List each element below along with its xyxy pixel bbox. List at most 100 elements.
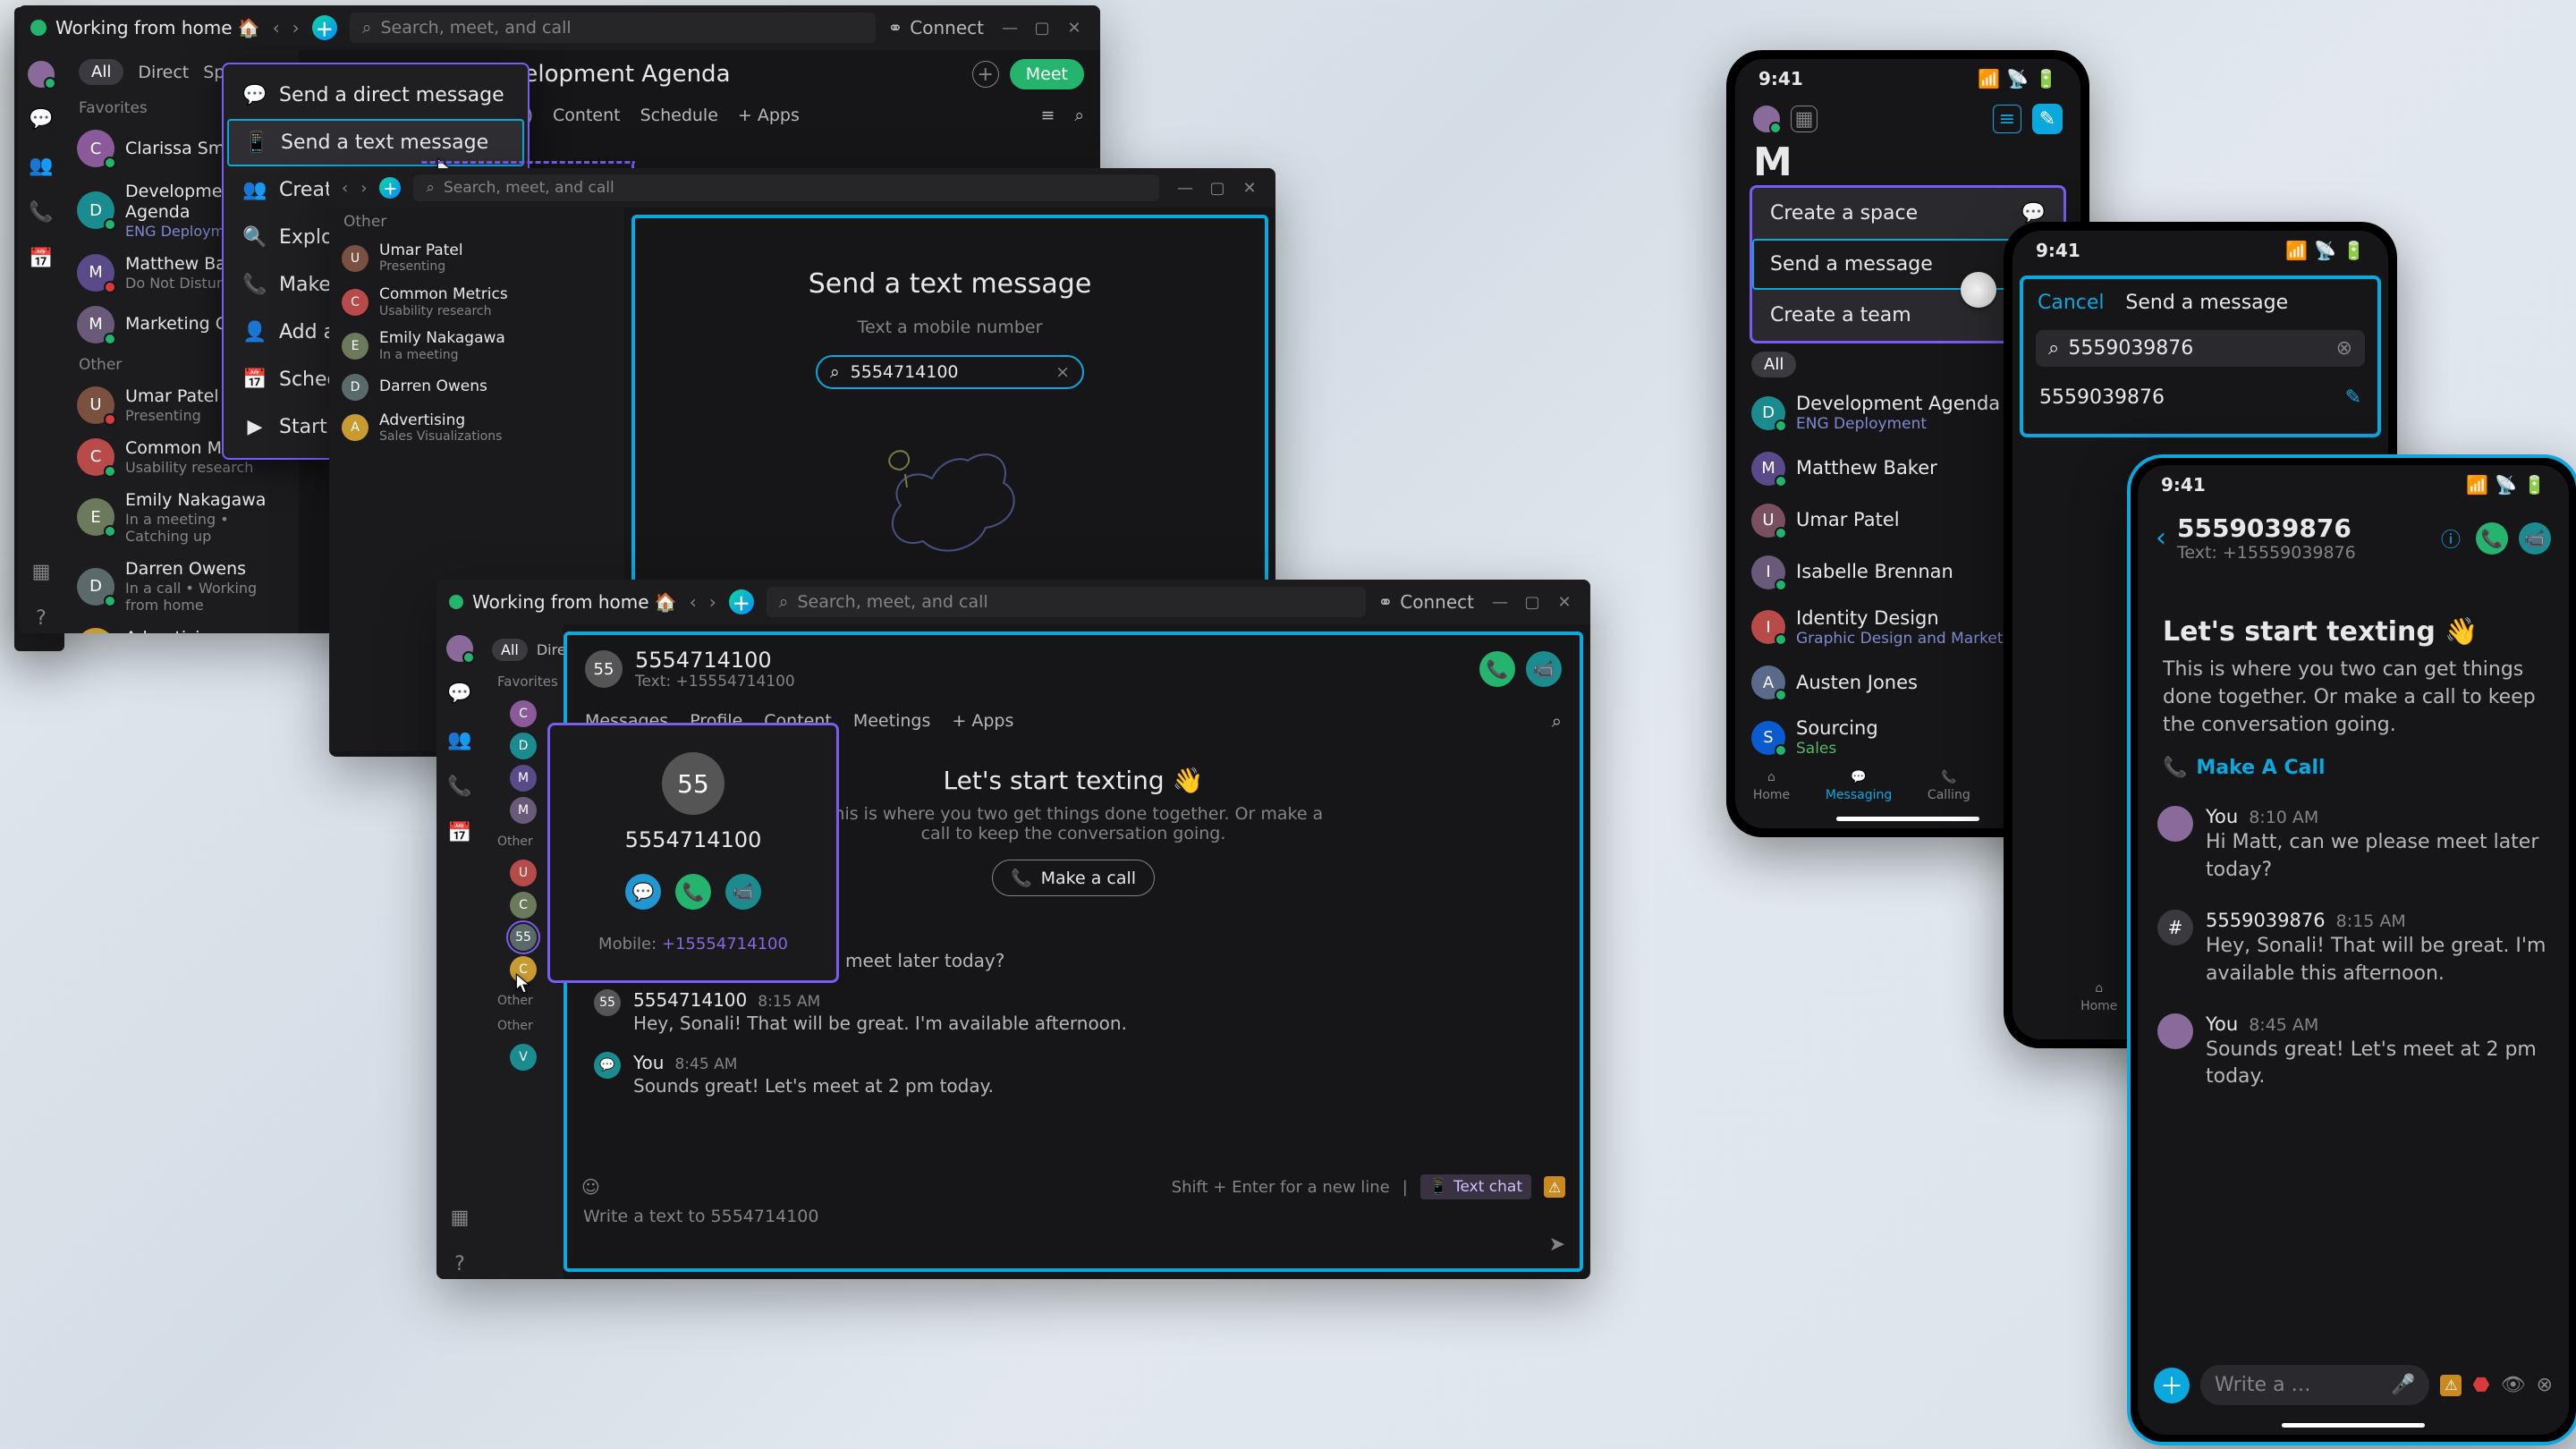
compose-input[interactable]: Write a … 🎤 [2200, 1365, 2429, 1405]
list-item[interactable]: C [510, 700, 537, 727]
space-tab-apps[interactable]: + Apps [738, 106, 800, 125]
audio-call-button[interactable]: 📞 [1479, 651, 1515, 687]
rail-meetings-icon[interactable]: 📅 [445, 818, 475, 848]
rail-teams-icon[interactable]: 👥 [26, 150, 56, 181]
attach-button[interactable]: ＋ [2154, 1368, 2190, 1403]
list-item[interactable]: DDarren OwensIn a call • Working from ho… [64, 552, 299, 621]
maximize-icon[interactable]: ▢ [1519, 593, 1546, 612]
nav-back-icon[interactable]: ‹ [690, 591, 697, 613]
nav-fwd-icon[interactable]: › [360, 179, 367, 198]
recipient-search[interactable]: ⌕ 5559039876 ⊗ [2036, 330, 2365, 367]
cancel-button[interactable]: Cancel [2038, 292, 2105, 314]
global-search[interactable]: ⌕ Search, meet, and call [413, 174, 1159, 201]
list-item[interactable]: AAdvertisingSales Visualizations [64, 621, 299, 633]
tab-direct[interactable]: Direct [537, 641, 564, 658]
mobile-link[interactable]: +15554714100 [662, 935, 788, 953]
list-item[interactable]: DDarren Owens [329, 369, 624, 406]
add-people-icon[interactable]: + [972, 61, 999, 88]
grid-icon[interactable]: ▦ [1791, 106, 1818, 132]
list-item[interactable]: M [510, 797, 537, 824]
list-item[interactable]: UUmar PatelPresenting [329, 236, 624, 280]
eye-icon[interactable]: 👁 [2501, 1374, 2526, 1396]
nav-home[interactable]: ⌂Home [2080, 981, 2117, 1013]
make-a-call-link[interactable]: 📞Make A Call [2163, 757, 2544, 779]
rail-help-icon[interactable]: ? [445, 1249, 475, 1279]
close-icon[interactable]: ✕ [1061, 19, 1088, 38]
minimize-icon[interactable]: — [1487, 593, 1513, 612]
search-icon[interactable]: ⌕ [1552, 710, 1562, 732]
clear-icon[interactable]: ⊗ [2336, 337, 2352, 360]
list-item[interactable]: CCommon MetricsUsability research [329, 280, 624, 324]
plus-button[interactable]: ＋ [729, 589, 754, 614]
list-item[interactable]: D [510, 733, 537, 759]
tab-all[interactable]: All [492, 639, 528, 661]
rail-apps-icon[interactable]: ▦ [445, 1202, 475, 1233]
presence-status[interactable]: Working from home 🏠 [449, 591, 677, 613]
self-avatar[interactable] [446, 635, 473, 662]
mic-icon[interactable]: 🎤 [2391, 1374, 2415, 1396]
list-item[interactable]: M [510, 765, 537, 792]
menu-item-dm[interactable]: 💬Send a direct message [224, 72, 528, 119]
close-icon[interactable]: ✕ [1551, 593, 1578, 612]
self-avatar[interactable] [28, 61, 55, 88]
audio-call-button[interactable]: 📞 [675, 874, 711, 910]
nav-back-icon[interactable]: ‹ [273, 17, 280, 38]
connect-button[interactable]: ⚭Connect [1378, 591, 1474, 613]
close-icon[interactable]: ✕ [1236, 179, 1263, 198]
space-tab-schedule[interactable]: Schedule [640, 106, 718, 125]
rail-messaging-icon[interactable]: 💬 [445, 678, 475, 708]
list-item[interactable]: EEmily NakagawaIn a meeting [329, 324, 624, 368]
list-item[interactable]: EEmily NakagawaIn a meeting • Catching u… [64, 483, 299, 552]
connect-button[interactable]: ⚭Connect [888, 17, 984, 38]
nav-fwd-icon[interactable]: › [292, 17, 300, 38]
rail-teams-icon[interactable]: 👥 [445, 724, 475, 755]
global-search[interactable]: ⌕ Search, meet, and call [350, 13, 876, 43]
compose-input[interactable]: Write a text to 5554714100 [581, 1199, 1565, 1233]
minimize-icon[interactable]: — [996, 19, 1023, 38]
warning-icon[interactable]: ⚠ [1544, 1176, 1565, 1198]
maximize-icon[interactable]: ▢ [1204, 179, 1231, 198]
clear-icon[interactable]: ⊗ [2537, 1374, 2553, 1396]
meet-button[interactable]: Meet [1010, 59, 1084, 89]
plus-button[interactable]: ＋ [312, 15, 337, 40]
list-item[interactable]: 55 [510, 924, 537, 951]
presence-status[interactable]: Working from home 🏠 [30, 17, 260, 38]
home-indicator[interactable] [1836, 817, 1979, 821]
rail-calling-icon[interactable]: 📞 [445, 771, 475, 801]
make-a-call-button[interactable]: 📞Make a call [992, 860, 1155, 896]
back-icon[interactable]: ‹ [2156, 522, 2166, 554]
nav-messaging[interactable]: 💬Messaging [1826, 770, 1892, 802]
video-call-button[interactable]: 📹 [725, 874, 761, 910]
minimize-icon[interactable]: — [1172, 179, 1199, 198]
nav-calling[interactable]: 📞Calling [1928, 770, 1970, 802]
info-icon[interactable]: ⓘ [2436, 524, 2465, 553]
rail-messaging-icon[interactable]: 💬 [26, 104, 56, 134]
message-button[interactable]: 💬 [625, 874, 661, 910]
tab-direct[interactable]: Direct [138, 63, 189, 82]
nav-back-icon[interactable]: ‹ [342, 179, 348, 198]
space-tab-content[interactable]: Content [553, 106, 621, 125]
video-call-button[interactable]: 📹 [1526, 651, 1562, 687]
nav-home[interactable]: ⌂Home [1753, 770, 1790, 802]
menu-item-sms[interactable]: 📱Send a text message [227, 119, 524, 166]
sms-compose-icon[interactable]: ✎ [2345, 386, 2361, 409]
clear-icon[interactable]: × [1055, 362, 1070, 382]
global-search[interactable]: ⌕Search, meet, and call [767, 587, 1366, 617]
tab-all[interactable]: All [79, 59, 123, 85]
sms-number-input[interactable]: ⌕ 5554714100 × [816, 355, 1084, 389]
self-avatar[interactable] [1753, 106, 1780, 132]
convo-tab-apps[interactable]: + Apps [952, 711, 1013, 731]
rail-calling-icon[interactable]: 📞 [26, 197, 56, 227]
compose-button[interactable]: ✎ [2032, 104, 2063, 134]
search-in-space-icon[interactable]: ⌕ [1074, 106, 1084, 125]
nav-fwd-icon[interactable]: › [709, 591, 716, 613]
emoji-icon[interactable]: ☺ [581, 1176, 600, 1198]
plus-button[interactable]: ＋ [379, 177, 401, 199]
warning-icon[interactable]: ⚠ [2440, 1375, 2462, 1396]
send-icon[interactable]: ➤ [1549, 1233, 1565, 1256]
maximize-icon[interactable]: ▢ [1029, 19, 1055, 38]
rail-apps-icon[interactable]: ▦ [26, 556, 56, 587]
tab-all[interactable]: All [1751, 352, 1796, 377]
rail-meetings-icon[interactable]: 📅 [26, 243, 56, 274]
search-result-row[interactable]: 5559039876 ✎ [2023, 370, 2377, 425]
